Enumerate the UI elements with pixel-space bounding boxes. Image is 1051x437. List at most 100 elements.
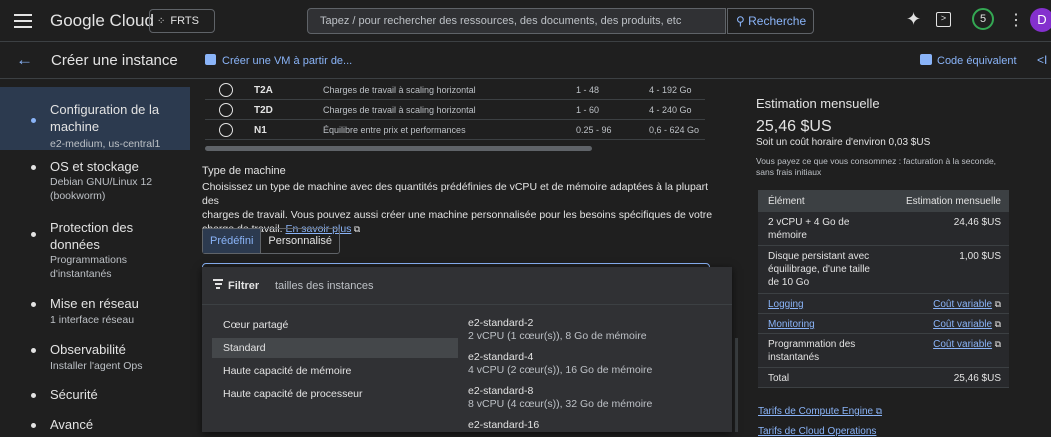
variable-cost-link[interactable]: Coût variable	[933, 319, 992, 330]
sidebar-item-title: Configuration de la	[50, 102, 160, 117]
hamburger-menu-icon[interactable]	[14, 10, 32, 30]
sidebar-item-title: Avancé	[50, 417, 94, 432]
top-bar: Google Cloud ⁘ FRTS Tapez / pour recherch…	[0, 0, 1051, 42]
series-memory: 0,6 - 624 Go	[649, 125, 700, 135]
variable-cost-link[interactable]: Coût variable	[933, 339, 992, 350]
row-cost: 1,00 $US	[959, 251, 1001, 262]
bookmark-icon	[205, 54, 216, 65]
list-item[interactable]: e2-standard-8 8 vCPU (4 cœur(s)), 32 Go …	[468, 385, 652, 411]
total-cost: 25,46 $US	[953, 373, 1001, 384]
bullet-icon	[31, 118, 36, 123]
radio-button[interactable]	[219, 103, 233, 117]
table-row[interactable]: T2D Charges de travail à scaling horizon…	[205, 100, 705, 120]
series-memory: 4 - 192 Go	[649, 85, 692, 95]
filter-icon	[213, 279, 223, 291]
table-row: Monitoring Coût variable ⧉	[758, 314, 1009, 334]
vertical-scrollbar[interactable]	[735, 338, 738, 432]
collapse-panel-icon[interactable]: <I	[1037, 53, 1047, 67]
estimate-note: Vous payez ce que vous consommez : factu…	[756, 156, 1016, 178]
category-standard[interactable]: Standard	[212, 338, 458, 358]
avatar[interactable]: D	[1030, 8, 1051, 32]
table-row: Disque persistant avec équilibrage, d'une…	[758, 246, 1009, 294]
sidebar-item-os-storage[interactable]: OS et stockage Debian GNU/Linux 12 (book…	[0, 158, 190, 208]
google-cloud-logo[interactable]: Google Cloud	[50, 11, 154, 31]
header-item: Élément	[768, 196, 805, 207]
create-vm-from-label: Créer une VM à partir de...	[222, 55, 353, 67]
row-item: Programmation des instantanés	[768, 338, 898, 364]
sidebar-item-subtitle: d'instantanés	[50, 268, 112, 280]
logging-link[interactable]: Logging	[768, 298, 898, 311]
estimate-hourly: Soit un coût horaire d'environ 0,03 $US	[756, 137, 931, 148]
note-line: Vous payez ce que vous consommez : factu…	[756, 156, 997, 166]
gemini-sparkle-icon[interactable]: ✦	[906, 9, 921, 30]
row-item-line: mémoire	[768, 230, 807, 241]
table-row: Programmation des instantanés Coût variab…	[758, 334, 1009, 368]
machine-type-toggle: Prédéfini Personnalisé	[202, 228, 341, 254]
list-item[interactable]: e2-standard-2 2 vCPU (1 cœur(s)), 8 Go d…	[468, 317, 647, 343]
radio-button[interactable]	[219, 123, 233, 137]
horizontal-scrollbar[interactable]	[205, 146, 592, 151]
cost-table: Élément Estimation mensuelle 2 vCPU + 4 …	[758, 190, 1009, 388]
search-input[interactable]: Tapez / pour rechercher des ressources, …	[307, 8, 726, 34]
external-link-icon: ⧉	[992, 299, 1001, 309]
compute-pricing-label: Tarifs de Compute Engine	[758, 406, 874, 417]
series-name: T2D	[254, 105, 273, 116]
table-row[interactable]: T2A Charges de travail à scaling horizon…	[205, 80, 705, 100]
code-icon	[920, 54, 932, 65]
monitoring-link[interactable]: Monitoring	[768, 318, 898, 331]
sidebar-item-title: données	[50, 237, 100, 252]
sidebar-item-networking[interactable]: Mise en réseau 1 interface réseau	[0, 295, 190, 329]
radio-button[interactable]	[219, 83, 233, 97]
compute-pricing-link[interactable]: Tarifs de Compute Engine ⧉	[758, 406, 882, 417]
table-row[interactable]: N1 Équilibre entre prix et performances …	[205, 120, 705, 140]
series-description: Équilibre entre prix et performances	[323, 125, 466, 135]
table-row-total: Total 25,46 $US	[758, 368, 1009, 388]
option-name: e2-standard-8	[468, 385, 534, 397]
option-description: 2 vCPU (1 cœur(s)), 8 Go de mémoire	[468, 330, 647, 342]
external-link-icon: ⧉	[351, 224, 361, 234]
series-description: Charges de travail à scaling horizontal	[323, 105, 476, 115]
category-high-memory[interactable]: Haute capacité de mémoire	[212, 361, 458, 381]
sidebar-item-advanced[interactable]: Avancé	[0, 416, 190, 436]
project-icon: ⁘	[157, 16, 166, 27]
row-item-line: équilibrage, d'une taille	[768, 264, 870, 275]
series-name: T2A	[254, 85, 273, 96]
list-item[interactable]: e2-standard-16	[468, 419, 539, 432]
sidebar-item-observability[interactable]: Observabilité Installer l'agent Ops	[0, 341, 190, 375]
cloud-shell-icon[interactable]: >	[936, 12, 951, 27]
list-item[interactable]: e2-standard-4 4 vCPU (2 cœur(s)), 16 Go …	[468, 351, 652, 377]
sidebar-item-subtitle: (bookworm)	[50, 190, 106, 202]
sidebar-item-security[interactable]: Sécurité	[0, 386, 190, 406]
row-cost: Coût variable ⧉	[933, 298, 1001, 311]
page-header: ← Créer une instance Créer une VM à part…	[0, 43, 1051, 79]
filter-placeholder: tailles des instances	[275, 280, 374, 292]
filter-label: Filtrer	[228, 280, 260, 292]
search-button[interactable]: ⚲ Recherche	[727, 8, 814, 34]
create-vm-from-button[interactable]: Créer une VM à partir de...	[205, 54, 352, 67]
sidebar-item-data-protection[interactable]: Protection des données Programmations d'…	[0, 217, 190, 287]
series-description: Charges de travail à scaling horizontal	[323, 85, 476, 95]
notifications-badge[interactable]: 5	[972, 8, 994, 30]
back-arrow-icon[interactable]: ←	[16, 50, 33, 70]
filter-input[interactable]: Filtrer tailles des instances	[202, 267, 732, 305]
option-name: e2-standard-4	[468, 351, 534, 363]
table-header: Élément Estimation mensuelle	[758, 190, 1009, 212]
search-icon: ⚲	[736, 14, 749, 28]
equivalent-code-label: Code équivalent	[937, 55, 1017, 67]
equivalent-code-button[interactable]: Code équivalent	[920, 54, 1017, 67]
cost-estimate-panel: Estimation mensuelle 25,46 $US Soit un c…	[744, 80, 1034, 437]
tab-predefined[interactable]: Prédéfini	[203, 229, 262, 253]
category-high-cpu[interactable]: Haute capacité de processeur	[212, 384, 458, 404]
category-shared-core[interactable]: Cœur partagé	[212, 315, 458, 335]
sidebar-item-machine-config[interactable]: Configuration de la machine e2-medium, u…	[0, 87, 190, 150]
sidebar-item-subtitle: 1 interface réseau	[50, 314, 135, 326]
more-options-icon[interactable]: ⋮	[1008, 10, 1024, 30]
tab-custom[interactable]: Personnalisé	[261, 229, 339, 253]
external-link-icon: ⧉	[992, 339, 1001, 349]
variable-cost-link[interactable]: Coût variable	[933, 299, 992, 310]
sidebar-item-title: Observabilité	[50, 342, 126, 357]
project-picker[interactable]: ⁘ FRTS	[149, 9, 215, 33]
row-cost: Coût variable ⧉	[933, 318, 1001, 331]
total-label: Total	[768, 373, 790, 384]
page-title: Créer une instance	[51, 52, 178, 69]
